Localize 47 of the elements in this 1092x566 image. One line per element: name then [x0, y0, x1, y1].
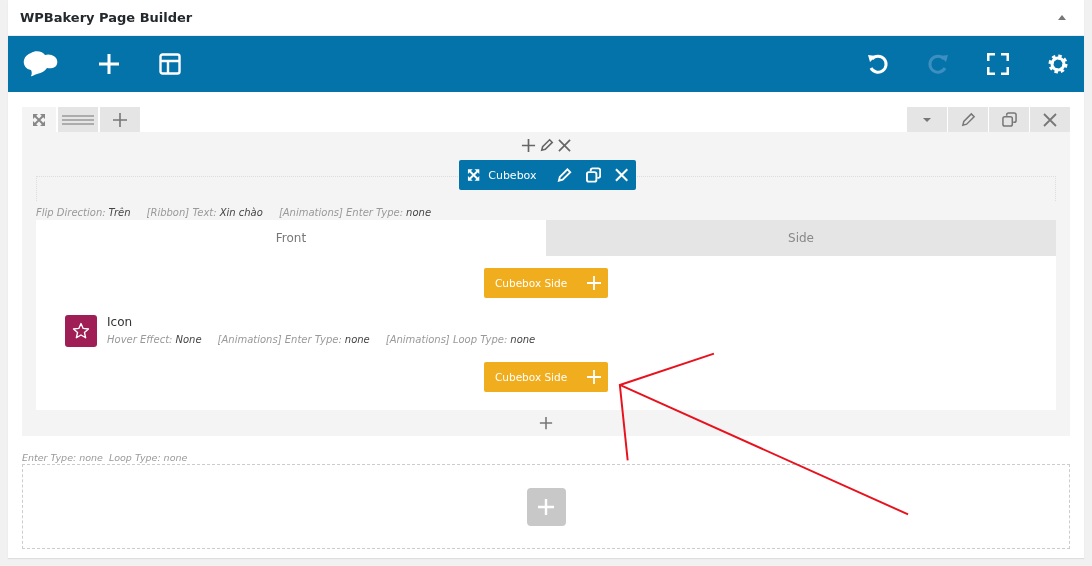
- param-label: [Animations] Enter Type:: [217, 333, 342, 345]
- param-value: none: [510, 333, 536, 345]
- param-value: none: [406, 206, 432, 218]
- close-icon[interactable]: [558, 138, 571, 152]
- clone-icon[interactable]: [585, 167, 601, 183]
- move-icon[interactable]: [467, 168, 481, 182]
- tab[interactable]: Side: [546, 220, 1056, 256]
- clone-icon: [1001, 112, 1017, 127]
- add-icon[interactable]: [521, 137, 536, 153]
- undo-icon[interactable]: [867, 53, 889, 75]
- drag-handle-button[interactable]: [58, 107, 98, 132]
- close-icon: [1043, 112, 1057, 127]
- add-icon[interactable]: [539, 416, 553, 430]
- fullscreen-icon[interactable]: [987, 53, 1009, 75]
- param-label: [Animations] Enter Type:: [278, 206, 404, 218]
- pencil-icon: [960, 112, 976, 127]
- element-title: Icon: [107, 315, 134, 329]
- delete-row-button[interactable]: [1030, 107, 1070, 132]
- param-label: [Ribbon] Text:: [146, 206, 217, 218]
- move-row-button[interactable]: [22, 107, 56, 132]
- edit-row-button[interactable]: [948, 107, 988, 132]
- element-title: Cubebox: [488, 168, 537, 182]
- logo-icon[interactable]: [23, 50, 59, 78]
- param-value: none: [344, 333, 370, 345]
- layout-icon[interactable]: [159, 53, 181, 75]
- param-value: Xin chào: [219, 206, 263, 218]
- add-icon: [536, 496, 556, 517]
- add-icon: [586, 369, 602, 385]
- clone-row-button[interactable]: [989, 107, 1029, 132]
- move-icon: [32, 112, 46, 127]
- param-label: Flip Direction:: [36, 206, 106, 218]
- param-text: Enter Type: none Loop Type: none: [22, 452, 189, 464]
- add-icon: [586, 275, 602, 291]
- drag-lines-icon: [62, 113, 94, 126]
- add-column-button[interactable]: [100, 107, 140, 132]
- param-value: Trên: [108, 206, 131, 218]
- add-icon: [112, 111, 128, 128]
- add-cubebox-side-button[interactable]: Cubebox Side: [484, 268, 608, 298]
- panel-title: WPBakery Page Builder: [20, 10, 194, 25]
- param-value: None: [175, 333, 202, 345]
- caret-icon: [923, 117, 931, 122]
- param-label: [Animations] Loop Type:: [385, 333, 508, 345]
- add-cubebox-side-button[interactable]: Cubebox Side: [484, 362, 608, 392]
- collapse-icon[interactable]: [1058, 15, 1066, 20]
- param-label: Hover Effect:: [107, 333, 173, 345]
- settings-icon[interactable]: [1047, 53, 1069, 75]
- edit-icon[interactable]: [540, 138, 554, 152]
